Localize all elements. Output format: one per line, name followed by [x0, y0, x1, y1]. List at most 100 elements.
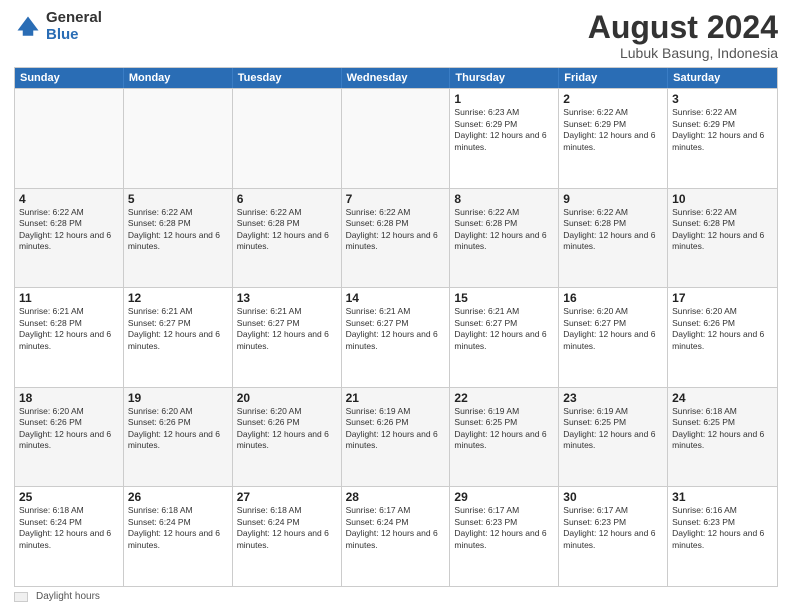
header-cell-thursday: Thursday: [450, 68, 559, 88]
calendar-row-2: 4 Sunrise: 6:22 AM Sunset: 6:28 PM Daylig…: [15, 188, 777, 288]
page: General Blue August 2024 Lubuk Basung, I…: [0, 0, 792, 612]
day-info: Sunrise: 6:22 AM Sunset: 6:28 PM Dayligh…: [454, 207, 554, 253]
cal-cell-1: 1Sunrise: 6:23 AM Sunset: 6:29 PM Daylig…: [450, 89, 559, 188]
cal-cell-21: 21Sunrise: 6:19 AM Sunset: 6:26 PM Dayli…: [342, 388, 451, 487]
day-info: Sunrise: 6:19 AM Sunset: 6:25 PM Dayligh…: [454, 406, 554, 452]
day-number: 23: [563, 391, 663, 405]
cal-cell-9: 9Sunrise: 6:22 AM Sunset: 6:28 PM Daylig…: [559, 189, 668, 288]
cal-cell-empty-0-0: [15, 89, 124, 188]
logo-text: General Blue: [46, 10, 102, 43]
day-info: Sunrise: 6:20 AM Sunset: 6:26 PM Dayligh…: [128, 406, 228, 452]
day-info: Sunrise: 6:22 AM Sunset: 6:28 PM Dayligh…: [237, 207, 337, 253]
day-number: 30: [563, 490, 663, 504]
day-number: 4: [19, 192, 119, 206]
calendar-row-1: 1Sunrise: 6:23 AM Sunset: 6:29 PM Daylig…: [15, 88, 777, 188]
day-number: 5: [128, 192, 228, 206]
logo-icon: [14, 13, 42, 41]
day-number: 22: [454, 391, 554, 405]
cal-cell-15: 15Sunrise: 6:21 AM Sunset: 6:27 PM Dayli…: [450, 288, 559, 387]
cal-cell-3: 3Sunrise: 6:22 AM Sunset: 6:29 PM Daylig…: [668, 89, 777, 188]
header-cell-saturday: Saturday: [668, 68, 777, 88]
day-info: Sunrise: 6:21 AM Sunset: 6:27 PM Dayligh…: [346, 306, 446, 352]
day-number: 7: [346, 192, 446, 206]
cal-cell-29: 29Sunrise: 6:17 AM Sunset: 6:23 PM Dayli…: [450, 487, 559, 586]
month-title: August 2024: [588, 10, 778, 45]
day-number: 24: [672, 391, 773, 405]
cal-cell-5: 5Sunrise: 6:22 AM Sunset: 6:28 PM Daylig…: [124, 189, 233, 288]
cal-cell-7: 7Sunrise: 6:22 AM Sunset: 6:28 PM Daylig…: [342, 189, 451, 288]
header-cell-friday: Friday: [559, 68, 668, 88]
day-number: 20: [237, 391, 337, 405]
calendar-body: 1Sunrise: 6:23 AM Sunset: 6:29 PM Daylig…: [15, 88, 777, 586]
cal-cell-empty-0-3: [342, 89, 451, 188]
day-number: 13: [237, 291, 337, 305]
cal-cell-8: 8Sunrise: 6:22 AM Sunset: 6:28 PM Daylig…: [450, 189, 559, 288]
cal-cell-10: 10Sunrise: 6:22 AM Sunset: 6:28 PM Dayli…: [668, 189, 777, 288]
cal-cell-23: 23Sunrise: 6:19 AM Sunset: 6:25 PM Dayli…: [559, 388, 668, 487]
cal-cell-30: 30Sunrise: 6:17 AM Sunset: 6:23 PM Dayli…: [559, 487, 668, 586]
header-cell-tuesday: Tuesday: [233, 68, 342, 88]
day-number: 3: [672, 92, 773, 106]
day-number: 19: [128, 391, 228, 405]
day-number: 21: [346, 391, 446, 405]
day-info: Sunrise: 6:21 AM Sunset: 6:27 PM Dayligh…: [128, 306, 228, 352]
header: General Blue August 2024 Lubuk Basung, I…: [14, 10, 778, 61]
cal-cell-19: 19Sunrise: 6:20 AM Sunset: 6:26 PM Dayli…: [124, 388, 233, 487]
cal-cell-16: 16Sunrise: 6:20 AM Sunset: 6:27 PM Dayli…: [559, 288, 668, 387]
day-info: Sunrise: 6:18 AM Sunset: 6:24 PM Dayligh…: [128, 505, 228, 551]
day-number: 8: [454, 192, 554, 206]
calendar: SundayMondayTuesdayWednesdayThursdayFrid…: [14, 67, 778, 587]
day-info: Sunrise: 6:22 AM Sunset: 6:28 PM Dayligh…: [128, 207, 228, 253]
cal-cell-18: 18Sunrise: 6:20 AM Sunset: 6:26 PM Dayli…: [15, 388, 124, 487]
cal-cell-24: 24Sunrise: 6:18 AM Sunset: 6:25 PM Dayli…: [668, 388, 777, 487]
logo-general-text: General: [46, 10, 102, 27]
cal-cell-4: 4Sunrise: 6:22 AM Sunset: 6:28 PM Daylig…: [15, 189, 124, 288]
logo: General Blue: [14, 10, 102, 43]
day-number: 25: [19, 490, 119, 504]
day-number: 2: [563, 92, 663, 106]
day-number: 12: [128, 291, 228, 305]
day-info: Sunrise: 6:18 AM Sunset: 6:25 PM Dayligh…: [672, 406, 773, 452]
day-info: Sunrise: 6:22 AM Sunset: 6:28 PM Dayligh…: [346, 207, 446, 253]
day-info: Sunrise: 6:19 AM Sunset: 6:25 PM Dayligh…: [563, 406, 663, 452]
day-info: Sunrise: 6:17 AM Sunset: 6:23 PM Dayligh…: [454, 505, 554, 551]
legend-box: [14, 592, 28, 602]
cal-cell-13: 13Sunrise: 6:21 AM Sunset: 6:27 PM Dayli…: [233, 288, 342, 387]
day-info: Sunrise: 6:16 AM Sunset: 6:23 PM Dayligh…: [672, 505, 773, 551]
day-info: Sunrise: 6:22 AM Sunset: 6:28 PM Dayligh…: [672, 207, 773, 253]
cal-cell-6: 6Sunrise: 6:22 AM Sunset: 6:28 PM Daylig…: [233, 189, 342, 288]
cal-cell-empty-0-2: [233, 89, 342, 188]
day-info: Sunrise: 6:18 AM Sunset: 6:24 PM Dayligh…: [237, 505, 337, 551]
day-info: Sunrise: 6:22 AM Sunset: 6:29 PM Dayligh…: [563, 107, 663, 153]
header-cell-wednesday: Wednesday: [342, 68, 451, 88]
day-info: Sunrise: 6:23 AM Sunset: 6:29 PM Dayligh…: [454, 107, 554, 153]
day-number: 31: [672, 490, 773, 504]
day-info: Sunrise: 6:20 AM Sunset: 6:26 PM Dayligh…: [672, 306, 773, 352]
day-info: Sunrise: 6:20 AM Sunset: 6:27 PM Dayligh…: [563, 306, 663, 352]
day-info: Sunrise: 6:20 AM Sunset: 6:26 PM Dayligh…: [237, 406, 337, 452]
legend: Daylight hours: [14, 591, 778, 602]
cal-cell-20: 20Sunrise: 6:20 AM Sunset: 6:26 PM Dayli…: [233, 388, 342, 487]
day-info: Sunrise: 6:21 AM Sunset: 6:27 PM Dayligh…: [237, 306, 337, 352]
day-number: 28: [346, 490, 446, 504]
calendar-row-3: 11Sunrise: 6:21 AM Sunset: 6:28 PM Dayli…: [15, 287, 777, 387]
calendar-row-5: 25 Sunrise: 6:18 AM Sunset: 6:24 PM Dayli…: [15, 486, 777, 586]
day-number: 10: [672, 192, 773, 206]
day-number: 1: [454, 92, 554, 106]
day-number: 15: [454, 291, 554, 305]
day-info: Sunrise: 6:17 AM Sunset: 6:24 PM Dayligh…: [346, 505, 446, 551]
day-number: 29: [454, 490, 554, 504]
day-number: 16: [563, 291, 663, 305]
cal-cell-31: 31Sunrise: 6:16 AM Sunset: 6:23 PM Dayli…: [668, 487, 777, 586]
cal-cell-28: 28Sunrise: 6:17 AM Sunset: 6:24 PM Dayli…: [342, 487, 451, 586]
day-info: Sunrise: 6:21 AM Sunset: 6:27 PM Dayligh…: [454, 306, 554, 352]
day-number: 17: [672, 291, 773, 305]
day-number: 9: [563, 192, 663, 206]
location: Lubuk Basung, Indonesia: [588, 45, 778, 61]
day-info: Sunrise: 6:22 AM Sunset: 6:29 PM Dayligh…: [672, 107, 773, 153]
header-cell-sunday: Sunday: [15, 68, 124, 88]
calendar-header: SundayMondayTuesdayWednesdayThursdayFrid…: [15, 68, 777, 88]
cal-cell-12: 12Sunrise: 6:21 AM Sunset: 6:27 PM Dayli…: [124, 288, 233, 387]
calendar-row-4: 18Sunrise: 6:20 AM Sunset: 6:26 PM Dayli…: [15, 387, 777, 487]
day-number: 26: [128, 490, 228, 504]
